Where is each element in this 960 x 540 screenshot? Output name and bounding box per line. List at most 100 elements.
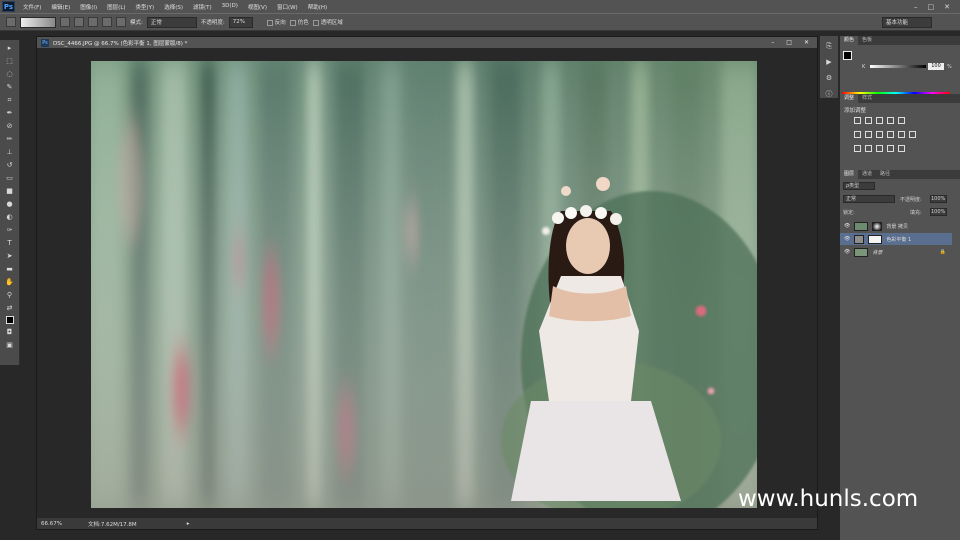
visibility-eye-icon[interactable]: 👁	[844, 249, 850, 255]
menu-3d[interactable]: 3D(D)	[217, 3, 243, 11]
doc-close-button[interactable]: ✕	[804, 39, 809, 46]
path-select-tool-icon[interactable]: ➤	[4, 251, 16, 261]
menu-help[interactable]: 帮助(H)	[303, 3, 332, 11]
actions-panel-icon[interactable]: ▶	[823, 57, 835, 67]
reverse-checkbox[interactable]: 反向	[266, 18, 286, 26]
gradient-picker[interactable]	[20, 16, 56, 28]
layer-filter-select[interactable]: ρ类型	[843, 182, 875, 190]
layers-panel-tabs: 图层 通道 路径	[840, 170, 960, 179]
invert-icon[interactable]	[854, 145, 861, 152]
angle-gradient-icon[interactable]	[88, 17, 98, 27]
document-title: DSC_4466.JPG @ 66.7% (色彩平衡 1, 图层蒙版/8) *	[53, 40, 188, 47]
eyedropper-tool-icon[interactable]: ✒	[4, 108, 16, 118]
menu-file[interactable]: 文件(F)	[18, 3, 46, 11]
menu-edit[interactable]: 编辑(E)	[46, 3, 75, 11]
blur-tool-icon[interactable]: ●	[4, 199, 16, 209]
menu-layer[interactable]: 图层(L)	[102, 3, 130, 11]
menu-type[interactable]: 类型(Y)	[131, 3, 160, 11]
black-white-icon[interactable]	[876, 131, 883, 138]
info-panel-icon[interactable]: ⓘ	[823, 89, 835, 99]
transparency-checkbox[interactable]: 透明区域	[312, 18, 343, 26]
layer-opacity-input[interactable]: 100%	[930, 195, 947, 203]
marquee-tool-icon[interactable]: ⬚	[4, 56, 16, 66]
opacity-input[interactable]: 72%	[228, 16, 253, 28]
diamond-gradient-icon[interactable]	[116, 17, 126, 27]
tab-layers[interactable]: 图层	[840, 170, 859, 179]
layer-row[interactable]: 👁 背景 🔒	[840, 246, 952, 258]
history-panel-icon[interactable]: ⎘	[823, 41, 835, 51]
brush-tool-icon[interactable]: ✏	[4, 134, 16, 144]
menu-select[interactable]: 选择(S)	[159, 3, 188, 11]
quick-mask-icon[interactable]: ◘	[4, 327, 16, 337]
close-button[interactable]: ✕	[944, 3, 950, 11]
workspace-select[interactable]: 基本功能	[882, 16, 932, 28]
levels-icon[interactable]	[865, 117, 872, 124]
foreground-color-swatch[interactable]	[5, 316, 14, 324]
vibrance-icon[interactable]	[898, 117, 905, 124]
menu-window[interactable]: 窗口(W)	[272, 3, 303, 11]
linear-gradient-icon[interactable]	[60, 17, 70, 27]
gradient-tool-preset-icon[interactable]	[6, 17, 16, 27]
type-tool-icon[interactable]: T	[4, 238, 16, 248]
healing-brush-tool-icon[interactable]: ⊘	[4, 121, 16, 131]
swap-colors-icon[interactable]: ⇄	[4, 303, 16, 313]
canvas-image[interactable]	[91, 61, 757, 508]
status-menu-arrow-icon[interactable]: ▸	[187, 521, 190, 527]
hue-saturation-icon[interactable]	[854, 131, 861, 138]
doc-maximize-button[interactable]: □	[786, 39, 792, 46]
gradient-map-icon[interactable]	[887, 145, 894, 152]
fill-input[interactable]: 100%	[930, 208, 947, 216]
pen-tool-icon[interactable]: ✑	[4, 225, 16, 235]
menu-image[interactable]: 图像(I)	[75, 3, 102, 11]
move-tool-icon[interactable]: ▸	[4, 43, 16, 53]
color-balance-icon[interactable]	[865, 131, 872, 138]
threshold-icon[interactable]	[876, 145, 883, 152]
visibility-eye-icon[interactable]: 👁	[844, 223, 850, 229]
properties-panel-icon[interactable]: ⚙	[823, 73, 835, 83]
k-slider[interactable]	[870, 65, 926, 68]
layer-row-selected[interactable]: 👁 色彩平衡 1	[840, 233, 952, 245]
minimize-button[interactable]: –	[914, 3, 918, 11]
tab-adjustments[interactable]: 调整	[840, 94, 859, 103]
tab-paths[interactable]: 路径	[876, 170, 894, 179]
history-brush-tool-icon[interactable]: ↺	[4, 160, 16, 170]
tab-channels[interactable]: 通道	[858, 170, 876, 179]
visibility-eye-icon[interactable]: 👁	[844, 236, 850, 242]
lasso-tool-icon[interactable]: ◌	[4, 69, 16, 79]
channel-mixer-icon[interactable]	[898, 131, 905, 138]
foreground-color-chip[interactable]	[843, 51, 852, 60]
k-value-input[interactable]: 100	[928, 63, 944, 70]
radial-gradient-icon[interactable]	[74, 17, 84, 27]
zoom-tool-icon[interactable]: ⚲	[4, 290, 16, 300]
photo-filter-icon[interactable]	[887, 131, 894, 138]
layer-row[interactable]: 👁 背景 拷贝	[840, 220, 952, 232]
blend-mode-select[interactable]: 正常	[843, 195, 895, 203]
eraser-tool-icon[interactable]: ▭	[4, 173, 16, 183]
menu-view[interactable]: 视图(V)	[243, 3, 272, 11]
zoom-readout[interactable]: 66.67%	[41, 521, 62, 527]
clone-stamp-tool-icon[interactable]: ⊥	[4, 147, 16, 157]
selective-color-icon[interactable]	[898, 145, 905, 152]
curves-icon[interactable]	[876, 117, 883, 124]
screen-mode-icon[interactable]: ▣	[4, 340, 16, 350]
brightness-icon[interactable]	[854, 117, 861, 124]
quick-select-tool-icon[interactable]: ✎	[4, 82, 16, 92]
dodge-tool-icon[interactable]: ◐	[4, 212, 16, 222]
posterize-icon[interactable]	[865, 145, 872, 152]
right-panels: 颜色 色板 K 100 % 调整 样式 添加调整 图层 通道 路径 ρ类型 正常…	[840, 36, 960, 540]
menu-filter[interactable]: 滤镜(T)	[188, 3, 217, 11]
tab-color[interactable]: 颜色	[840, 36, 859, 45]
doc-minimize-button[interactable]: –	[771, 39, 774, 46]
mode-select[interactable]: 正常	[146, 16, 197, 28]
gradient-tool-icon[interactable]: ■	[4, 186, 16, 196]
maximize-button[interactable]: □	[928, 3, 935, 11]
tab-swatches[interactable]: 色板	[858, 36, 876, 45]
hand-tool-icon[interactable]: ✋	[4, 277, 16, 287]
tab-styles[interactable]: 样式	[858, 94, 876, 103]
exposure-icon[interactable]	[887, 117, 894, 124]
crop-tool-icon[interactable]: ⌗	[4, 95, 16, 105]
reflected-gradient-icon[interactable]	[102, 17, 112, 27]
dither-checkbox[interactable]: 仿色	[289, 18, 309, 26]
shape-tool-icon[interactable]: ▬	[4, 264, 16, 274]
color-lookup-icon[interactable]	[909, 131, 916, 138]
